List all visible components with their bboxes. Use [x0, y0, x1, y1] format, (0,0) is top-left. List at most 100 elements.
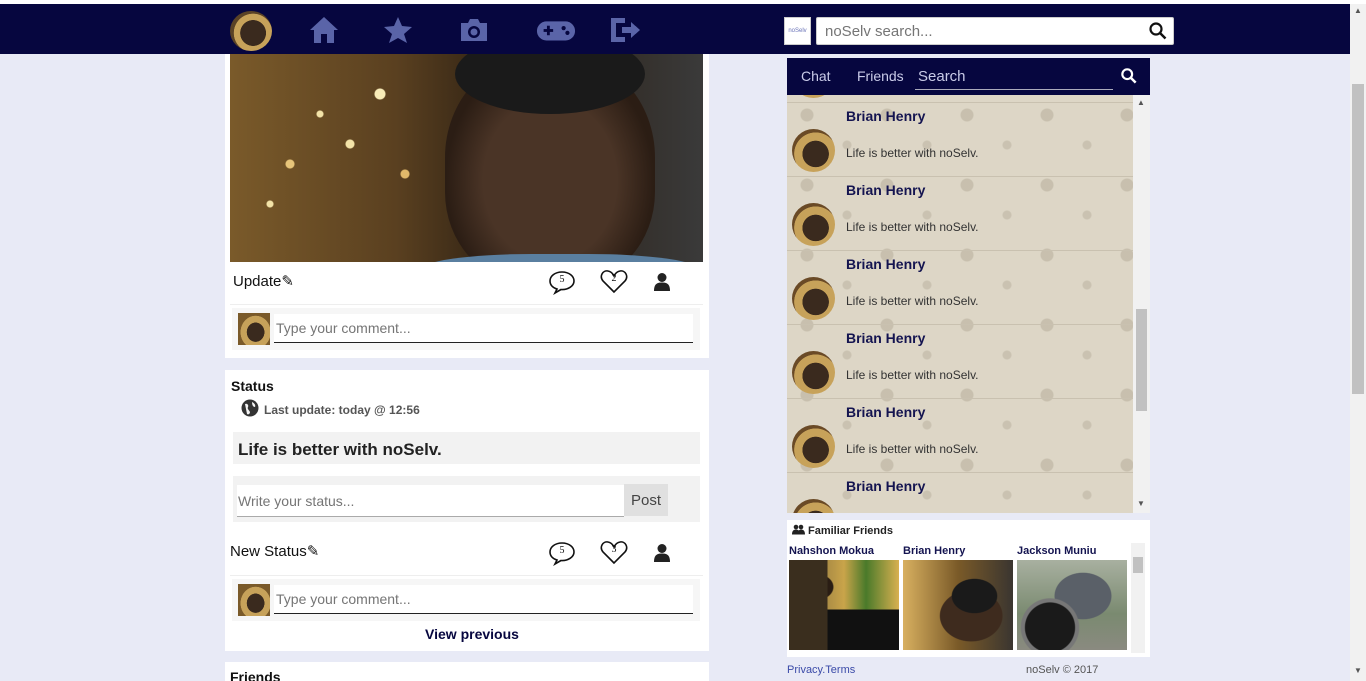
avatar[interactable]	[792, 351, 835, 394]
friend-photo[interactable]	[903, 560, 1013, 650]
top-navbar: noSelv	[0, 4, 1350, 54]
gamepad-icon[interactable]	[536, 12, 576, 48]
avatar[interactable]	[792, 425, 835, 468]
divider	[230, 575, 703, 576]
scroll-up-icon[interactable]: ▲	[1137, 98, 1145, 107]
status-comment-input[interactable]	[274, 585, 693, 614]
logout-icon[interactable]	[604, 12, 644, 48]
avatar[interactable]	[792, 499, 835, 513]
chat-panel: Chat Friends Brian Henry Life is better …	[787, 58, 1150, 514]
list-item[interactable]: Brian Henry	[787, 473, 1133, 513]
camera-icon[interactable]	[454, 12, 494, 48]
chat-list: Brian Henry Life is better with noSelv. …	[787, 95, 1133, 513]
post-button[interactable]: Post	[624, 484, 668, 516]
list-item[interactable]: Brian Henry	[903, 545, 1013, 650]
chat-contact-name[interactable]: Brian Henry	[846, 256, 925, 272]
status-action-row: New Status ✎	[230, 533, 319, 569]
familiar-friends-scrollbar[interactable]	[1131, 543, 1145, 653]
chat-message: Life is better with noSelv.	[846, 146, 979, 160]
status-input[interactable]	[237, 485, 624, 517]
status-like-count: 3	[611, 544, 617, 555]
comment-icon[interactable]: 5	[548, 540, 576, 566]
comment-icon[interactable]: 5	[548, 269, 576, 295]
list-item[interactable]: Brian Henry Life is better with noSelv.	[787, 399, 1133, 473]
status-text: Life is better with noSelv.	[233, 432, 700, 464]
avatar[interactable]	[792, 95, 835, 98]
familiar-friends-panel: Familiar Friends Nahshon Mokua Brian Hen…	[787, 520, 1150, 657]
familiar-friends-title: Familiar Friends	[792, 524, 893, 538]
friends-heading: Friends	[230, 669, 281, 681]
user-icon[interactable]	[648, 540, 676, 566]
page-scrollbar[interactable]: ▲ ▼	[1350, 4, 1366, 681]
status-comment-count: 5	[559, 545, 565, 556]
global-search-input[interactable]	[817, 18, 1137, 44]
post-like-count: 2	[611, 273, 617, 284]
tab-chat[interactable]: Chat	[801, 68, 831, 84]
post-photo[interactable]	[230, 54, 703, 262]
post-comment-input[interactable]	[274, 314, 693, 343]
status-composer: Post	[233, 476, 700, 522]
scroll-up-icon[interactable]: ▲	[1354, 6, 1362, 15]
star-icon[interactable]	[378, 12, 418, 48]
scroll-down-icon[interactable]: ▼	[1137, 499, 1145, 508]
view-previous-link[interactable]: View previous	[230, 626, 714, 642]
divider	[230, 304, 703, 305]
tab-friends[interactable]: Friends	[857, 68, 904, 84]
last-update: Last update: today @ 12:56	[241, 399, 420, 420]
copyright-text: noSelv © 2017	[1026, 664, 1099, 676]
pencil-icon[interactable]: ✎	[281, 272, 294, 290]
page-scroll-thumb[interactable]	[1352, 84, 1364, 394]
heart-icon[interactable]: 3	[600, 539, 628, 565]
user-icon[interactable]	[648, 269, 676, 295]
friend-name[interactable]: Brian Henry	[903, 545, 1013, 560]
familiar-friends-label: Familiar Friends	[808, 525, 893, 537]
post-comment-row	[232, 308, 700, 350]
list-item[interactable]: Brian Henry Life is better with noSelv.	[787, 251, 1133, 325]
chat-search-input[interactable]	[915, 63, 1113, 90]
avatar[interactable]	[792, 129, 835, 172]
scroll-down-icon[interactable]: ▼	[1354, 666, 1362, 675]
status-comment-row	[232, 579, 700, 621]
friend-name[interactable]: Nahshon Mokua	[789, 545, 899, 560]
post-action-row: Update ✎	[233, 263, 294, 299]
profile-avatar[interactable]	[230, 11, 272, 51]
ff-scroll-thumb[interactable]	[1133, 557, 1143, 573]
chat-header: Chat Friends	[787, 58, 1150, 95]
pencil-icon[interactable]: ✎	[307, 542, 320, 560]
commenter-avatar	[238, 313, 270, 345]
friend-photo[interactable]	[1017, 560, 1127, 650]
global-search	[816, 17, 1174, 45]
search-icon[interactable]	[1149, 22, 1167, 45]
avatar[interactable]	[792, 277, 835, 320]
new-status-label: New Status	[230, 542, 307, 560]
chat-contact-name[interactable]: Brian Henry	[846, 182, 925, 198]
chat-message: Life is better with noSelv.	[846, 220, 979, 234]
friend-name[interactable]: Jackson Muniu	[1017, 545, 1127, 560]
chat-contact-name[interactable]: Brian Henry	[846, 404, 925, 420]
heart-icon[interactable]: 2	[600, 268, 628, 294]
chat-scrollbar[interactable]: ▲ ▼	[1133, 95, 1150, 513]
list-item[interactable]: Brian Henry Life is better with noSelv.	[787, 325, 1133, 399]
avatar[interactable]	[792, 203, 835, 246]
friends-card	[225, 662, 709, 681]
chat-contact-name[interactable]: Brian Henry	[846, 108, 925, 124]
privacy-terms-link[interactable]: Privacy.Terms	[787, 664, 855, 676]
list-item[interactable]: Brian Henry Life is better with noSelv.	[787, 103, 1133, 177]
list-item[interactable]: Jackson Muniu	[1017, 545, 1127, 650]
search-icon[interactable]	[1121, 68, 1137, 89]
home-icon[interactable]	[304, 12, 344, 48]
list-item[interactable]: Brian Henry Life is better with noSelv.	[787, 177, 1133, 251]
status-title: Status	[231, 378, 274, 394]
last-update-text: Last update: today @ 12:56	[264, 402, 420, 417]
chat-message: Life is better with noSelv.	[846, 368, 979, 382]
friend-photo[interactable]	[789, 560, 899, 650]
list-item[interactable]: Nahshon Mokua	[789, 545, 899, 650]
chat-scroll-thumb[interactable]	[1136, 309, 1147, 411]
chat-message: Life is better with noSelv.	[846, 442, 979, 456]
site-logo[interactable]: noSelv	[784, 17, 811, 45]
chat-message: Life is better with noSelv.	[846, 294, 979, 308]
chat-contact-name[interactable]: Brian Henry	[846, 478, 925, 494]
post-comment-count: 5	[559, 274, 565, 285]
list-item	[787, 95, 1133, 103]
chat-contact-name[interactable]: Brian Henry	[846, 330, 925, 346]
